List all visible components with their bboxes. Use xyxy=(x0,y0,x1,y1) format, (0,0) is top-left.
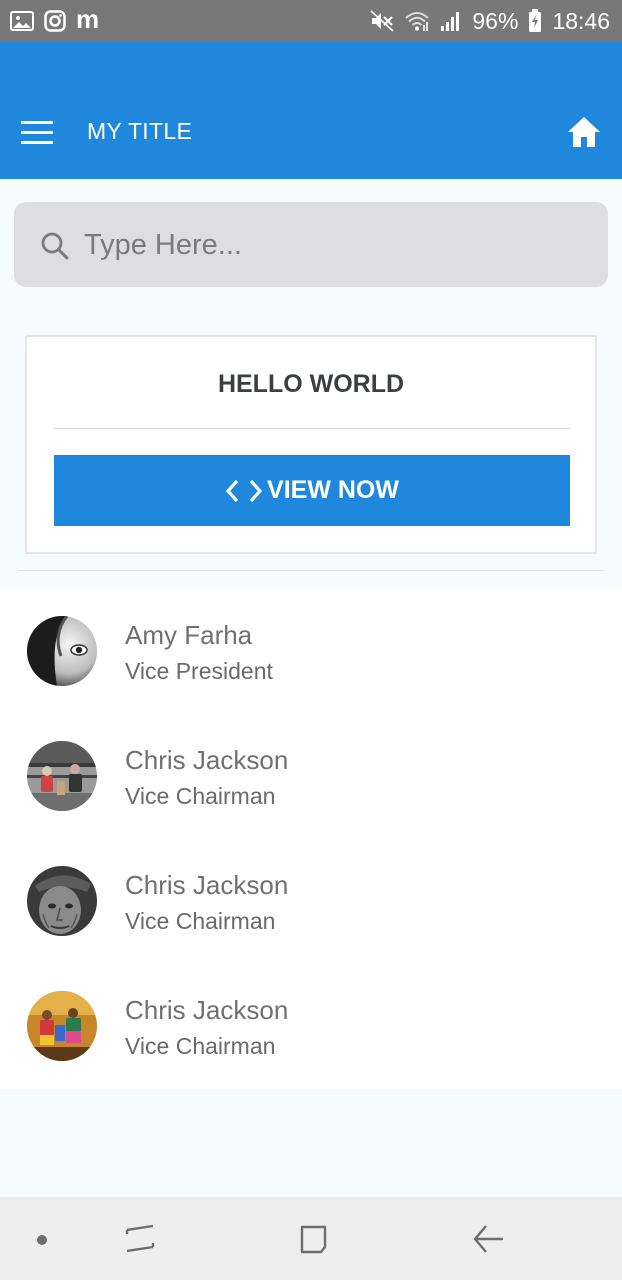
list-item[interactable]: Chris Jackson Vice Chairman xyxy=(0,713,622,838)
m-app-icon: m xyxy=(76,4,100,34)
page-title: MY TITLE xyxy=(87,118,193,144)
search-icon xyxy=(40,231,70,261)
battery-percent: 96% xyxy=(472,7,519,34)
list-item[interactable]: Chris Jackson Vice Chairman xyxy=(0,838,622,963)
clock: 18:46 xyxy=(552,7,610,34)
nav-dot-icon xyxy=(37,1235,47,1245)
home-icon[interactable] xyxy=(566,115,602,149)
list-item-role: Vice Chairman xyxy=(125,908,276,934)
wifi-icon xyxy=(404,10,430,32)
avatar xyxy=(27,866,97,936)
list-item[interactable]: Amy Farha Vice President xyxy=(0,588,622,713)
gallery-icon xyxy=(10,11,34,31)
system-nav-bar xyxy=(0,1197,622,1280)
back-icon[interactable] xyxy=(472,1223,506,1260)
search-input[interactable] xyxy=(84,220,584,270)
code-icon xyxy=(225,479,263,503)
list-item-role: Vice Chairman xyxy=(125,783,276,809)
app-bar: MY TITLE xyxy=(0,42,622,179)
card-divider xyxy=(54,428,570,429)
list-item-name: Chris Jackson xyxy=(125,745,289,775)
view-now-label: VIEW NOW xyxy=(267,476,399,504)
avatar xyxy=(27,991,97,1061)
list-item-name: Chris Jackson xyxy=(125,995,289,1025)
view-now-button[interactable]: VIEW NOW xyxy=(54,455,570,526)
hamburger-menu-icon[interactable] xyxy=(21,121,55,145)
status-bar: m 96% 18:46 xyxy=(0,0,622,42)
status-left-icons: m xyxy=(10,6,99,32)
recent-apps-icon[interactable] xyxy=(124,1224,156,1259)
list-item[interactable]: Chris Jackson Vice Chairman xyxy=(0,963,622,1088)
list-item-role: Vice President xyxy=(125,658,273,684)
mute-icon xyxy=(370,10,394,32)
list-item-role: Vice Chairman xyxy=(125,1033,276,1059)
divider xyxy=(18,570,604,571)
people-list: Amy Farha Vice President Chris Jackson V… xyxy=(0,588,622,1089)
home-square-icon[interactable] xyxy=(298,1224,330,1261)
instagram-icon xyxy=(44,10,66,32)
card-title: HELLO WORLD xyxy=(217,370,405,398)
battery-icon xyxy=(528,9,542,33)
status-right-icons: 96% 18:46 xyxy=(370,8,610,35)
hello-card: HELLO WORLD VIEW NOW xyxy=(25,335,597,554)
list-item-name: Chris Jackson xyxy=(125,870,289,900)
avatar xyxy=(27,616,97,686)
avatar xyxy=(27,741,97,811)
search-bar xyxy=(14,202,608,287)
signal-icon xyxy=(440,10,462,32)
list-item-name: Amy Farha xyxy=(125,620,253,650)
